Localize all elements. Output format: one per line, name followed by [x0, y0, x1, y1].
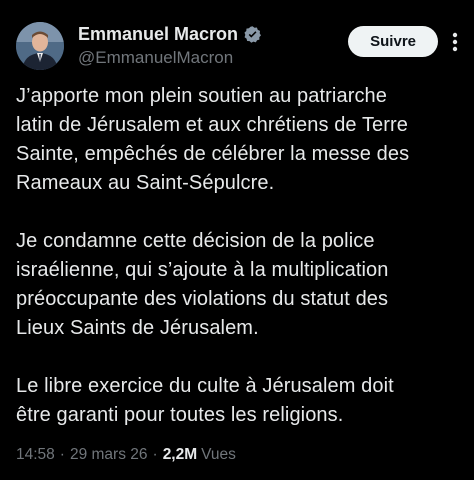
verified-badge-icon[interactable]: [243, 25, 262, 44]
tweet-meta: 14:58 · 29 mars 26 · 2,2M Vues: [16, 446, 236, 464]
name-row: Emmanuel Macron: [78, 24, 262, 45]
avatar[interactable]: [16, 22, 64, 70]
tweet-date[interactable]: 29 mars 26: [70, 446, 148, 464]
tweet-card: Emmanuel Macron @EmmanuelMacron Suivre J…: [0, 0, 474, 480]
author-display-name[interactable]: Emmanuel Macron: [78, 24, 238, 45]
follow-button[interactable]: Suivre: [348, 26, 438, 57]
tweet-time[interactable]: 14:58: [16, 446, 55, 464]
views-count[interactable]: 2,2M: [163, 446, 197, 464]
tweet-paragraph-2: Je condamne cette décision de la police …: [16, 230, 389, 339]
meta-separator: ·: [152, 446, 158, 463]
tweet-paragraph-1: J’apporte mon plein soutien au patriarch…: [16, 85, 410, 194]
meta-separator: ·: [59, 446, 65, 463]
more-options-icon[interactable]: [446, 30, 464, 54]
avatar-portrait-icon: [16, 22, 64, 70]
tweet-body: J’apporte mon plein soutien au patriarch…: [16, 82, 458, 430]
views-label: Vues: [201, 446, 236, 463]
author-names: Emmanuel Macron @EmmanuelMacron: [78, 24, 262, 68]
author-handle[interactable]: @EmmanuelMacron: [78, 48, 262, 68]
tweet-paragraph-3: Le libre exercice du culte à Jérusalem d…: [16, 375, 394, 426]
